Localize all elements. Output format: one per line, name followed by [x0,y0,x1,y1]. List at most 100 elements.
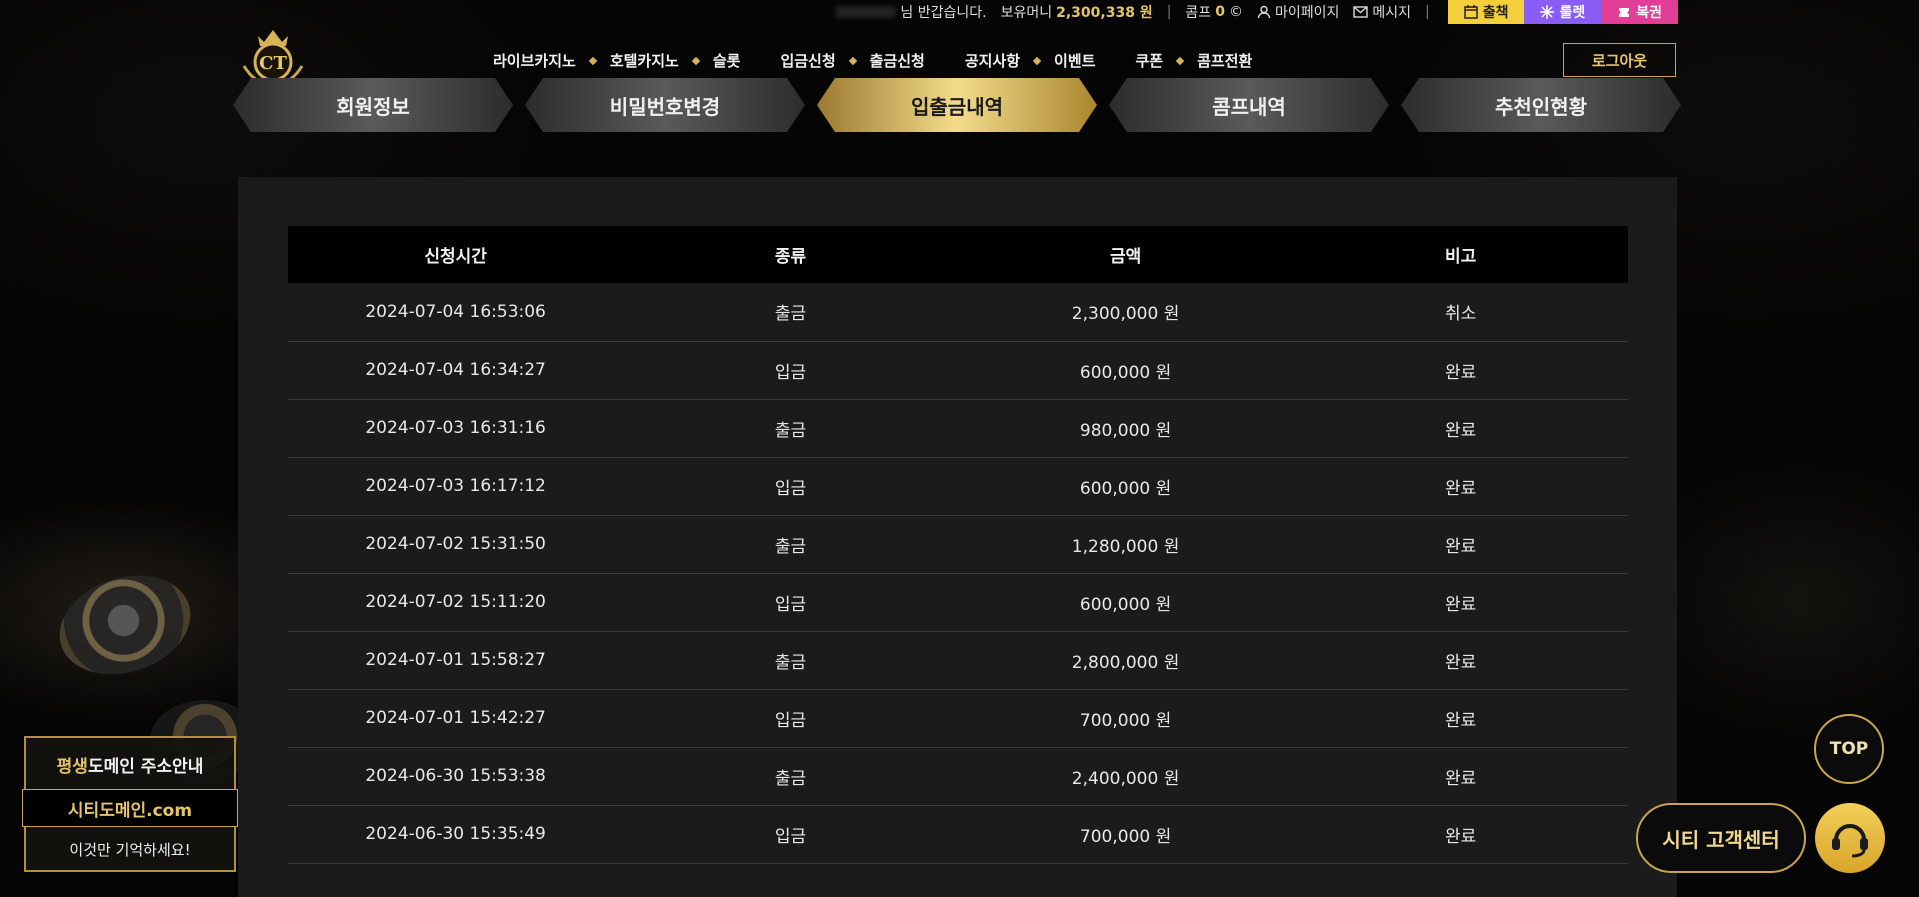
table-row: 2024-07-03 16:31:16 출금 980,000 원 완료 [288,399,1628,457]
header-type: 종류 [774,247,807,267]
cell-note: 완료 [1444,362,1477,383]
cell-note: 완료 [1444,826,1477,847]
divider: | [1424,4,1430,20]
cell-request-time: 2024-07-02 15:11:20 [365,592,546,612]
ticket-icon [1619,8,1630,17]
table-row: 2024-07-02 15:11:20 입금 600,000 원 완료 [288,573,1628,631]
cell-request-time: 2024-07-01 15:58:27 [365,650,546,670]
masked-username [836,6,897,18]
nav-live-casino[interactable]: 라이브카지노 [493,50,576,71]
headset-icon-glyph [1832,824,1868,858]
nav-comp-convert[interactable]: 콤프전환 [1197,50,1252,71]
cell-note: 완료 [1444,536,1477,557]
lottery-button[interactable]: 복권 [1601,0,1678,24]
cell-note: 완료 [1444,710,1477,731]
cell-amount: 600,000 원 [1079,478,1172,499]
nav-event[interactable]: 이벤트 [1054,50,1095,71]
cell-note: 취소 [1444,304,1477,325]
header-amount: 금액 [1109,247,1142,267]
cell-amount: 1,280,000 원 [1071,536,1180,557]
cell-amount: 2,400,000 원 [1071,768,1180,789]
table-row: 2024-06-30 15:53:38 출금 2,400,000 원 완료 [288,747,1628,805]
table-row: 2024-07-01 15:42:27 입금 700,000 원 완료 [288,689,1628,747]
nav-coupon[interactable]: 쿠폰 [1135,50,1163,71]
cell-type: 입금 [774,362,807,383]
cell-type: 출금 [774,768,807,789]
cell-note: 완료 [1444,768,1477,789]
nav-diamond-icon [588,56,598,65]
transaction-table: 신청시간 종류 금액 비고 2024-07-04 16:53:06 출금 2,300… [288,226,1628,864]
table-row: 2024-06-30 15:35:49 입금 700,000 원 완료 [288,805,1628,863]
nav-deposit-request[interactable]: 입금신청 [780,50,835,71]
roulette-button[interactable]: 룰렛 [1524,0,1602,24]
cell-amount: 2,800,000 원 [1071,652,1180,673]
cell-request-time: 2024-07-04 16:34:27 [365,360,546,380]
header-note: 비고 [1444,247,1477,267]
cell-amount: 980,000 원 [1079,420,1172,441]
content-panel: 신청시간 종류 금액 비고 2024-07-04 16:53:06 출금 2,300… [238,177,1677,897]
mail-icon [1353,6,1369,18]
customer-center-button[interactable]: 시티 고객센터 [1636,803,1806,873]
cell-note: 완료 [1444,478,1477,499]
cell-note: 완료 [1444,652,1477,673]
cell-amount: 700,000 원 [1079,826,1172,847]
nav-slot[interactable]: 슬롯 [713,50,741,71]
cell-request-time: 2024-07-02 15:31:50 [365,534,546,554]
message-link[interactable]: 메시지 [1353,2,1411,22]
cell-request-time: 2024-07-03 16:31:16 [365,418,546,438]
cell-request-time: 2024-07-01 15:42:27 [365,708,546,728]
comp-unit: © [1228,4,1243,20]
tab-referral-status[interactable]: 추천인현황 [1401,78,1681,132]
table-row: 2024-07-04 16:34:27 입금 600,000 원 완료 [288,341,1628,399]
table-row: 2024-07-01 15:58:27 출금 2,800,000 원 완료 [288,631,1628,689]
mypage-link[interactable]: 마이페이지 [1257,2,1339,22]
tab-member-info[interactable]: 회원정보 [233,78,513,132]
attendance-button[interactable]: 출책 [1447,0,1525,24]
domain-reminder: 이것만 기억하세요! [69,841,191,859]
tab-password-change[interactable]: 비밀번호변경 [525,78,805,132]
cell-type: 출금 [774,652,807,673]
balance-value: 2,300,338 원 [1056,5,1153,21]
nav-withdraw-request[interactable]: 출금신청 [870,50,925,71]
table-header-row: 신청시간 종류 금액 비고 [288,226,1628,283]
cell-note: 완료 [1444,420,1477,441]
comp-value: 0 [1215,4,1225,20]
top-bar: 님 반갑습니다. 보유머니 2,300,338 원 | 콤프 0 © 마이페이지… [0,0,1919,24]
tab-transaction-history[interactable]: 입출금내역 [817,78,1097,132]
domain-info-box[interactable]: 평생도메인 주소안내 시티도메인.com 이것만 기억하세요! [22,736,238,872]
greeting: 님 반갑습니다. [836,2,987,22]
divider: | [1166,4,1172,20]
logout-button[interactable]: 로그아웃 [1563,43,1676,77]
nav-diamond-icon [1032,56,1042,65]
table-row: 2024-07-03 16:17:12 입금 600,000 원 완료 [288,457,1628,515]
cell-type: 입금 [774,478,807,499]
cell-request-time: 2024-06-30 15:35:49 [365,824,546,844]
cell-amount: 700,000 원 [1079,710,1172,731]
cell-request-time: 2024-06-30 15:53:38 [365,766,546,786]
header-request-time: 신청시간 [424,247,487,267]
cell-type: 입금 [774,594,807,615]
nav-diamond-icon [848,56,857,65]
nav-diamond-icon [691,56,701,65]
nav-hotel-casino[interactable]: 호텔카지노 [610,50,679,71]
nav-notice[interactable]: 공지사항 [965,50,1020,71]
cell-type: 출금 [774,420,807,441]
scroll-top-button[interactable]: TOP [1814,714,1884,784]
domain-name: 시티도메인.com [22,789,238,827]
cell-type: 입금 [774,710,807,731]
headset-icon[interactable] [1815,803,1885,873]
snowflake-icon [1540,5,1555,19]
cell-type: 출금 [774,536,807,557]
cell-request-time: 2024-07-03 16:17:12 [365,476,546,496]
cell-note: 완료 [1444,594,1477,615]
main-nav: 라이브카지노 호텔카지노 슬롯 입금신청 출금신청 공지사항 이벤트 쿠폰 콤프… [493,50,1252,71]
calendar-icon [1463,5,1478,19]
cell-amount: 600,000 원 [1079,362,1172,383]
balance: 보유머니 2,300,338 원 [1001,2,1153,22]
cell-amount: 2,300,000 원 [1071,304,1180,325]
tab-comp-history[interactable]: 콤프내역 [1109,78,1389,132]
table-row: 2024-07-02 15:31:50 출금 1,280,000 원 완료 [288,515,1628,573]
table-row: 2024-07-04 16:53:06 출금 2,300,000 원 취소 [288,283,1628,341]
nav-diamond-icon [1175,56,1185,65]
comp: 콤프 0 © [1185,4,1243,21]
